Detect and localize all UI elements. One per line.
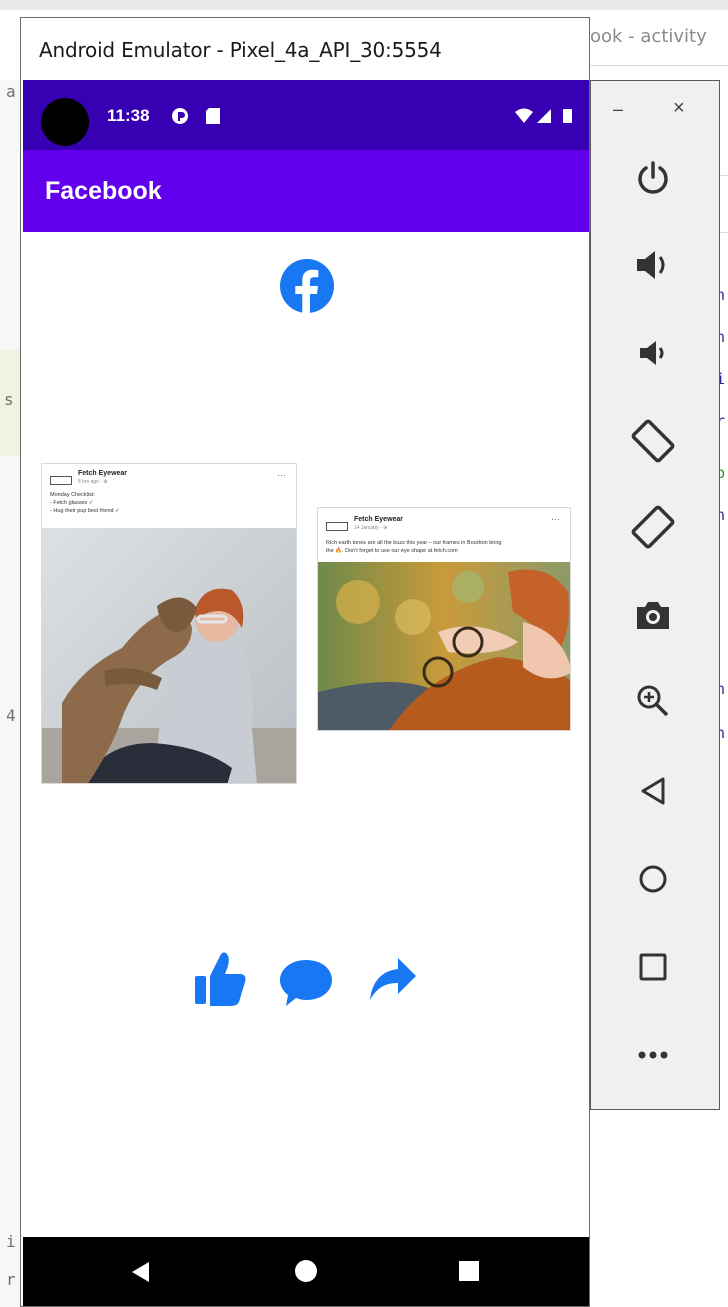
post-menu-icon[interactable]: ··· xyxy=(277,470,286,480)
background-fragment: s xyxy=(4,390,14,409)
post-page-name: Fetch Eyewear xyxy=(78,470,128,477)
post-text-line: the 🔥. Don't forget to use our eye shape… xyxy=(326,548,458,554)
emulator-window: Android Emulator - Pixel_4a_API_30:5554 … xyxy=(20,17,590,1307)
background-tab-title[interactable]: ook - activity xyxy=(590,26,707,47)
page-avatar xyxy=(50,476,72,485)
post-text-line: - Fetch glasses ✓ xyxy=(50,500,94,506)
home-icon[interactable] xyxy=(631,857,675,901)
status-bar: 11:38 xyxy=(23,80,589,150)
post-subtitle: 8 hrs ago · ⊕ xyxy=(78,479,108,485)
share-icon[interactable] xyxy=(368,956,418,1004)
navigation-bar xyxy=(23,1237,589,1306)
post-text-line: - Hug their pup best friend ✓ xyxy=(50,508,120,514)
zoom-icon[interactable] xyxy=(631,679,675,723)
status-right-icons xyxy=(515,108,572,123)
background-fragment: 4 xyxy=(6,706,16,725)
emulator-toolbar: – × xyxy=(590,80,720,1110)
screenshot-icon[interactable] xyxy=(631,593,675,637)
volume-down-icon[interactable] xyxy=(631,331,675,375)
post-photo xyxy=(318,562,570,730)
background-fragment: i xyxy=(6,1232,16,1251)
post-photo xyxy=(42,528,296,783)
minimize-button[interactable]: – xyxy=(613,99,623,120)
sd-card-icon xyxy=(206,108,220,124)
back-icon[interactable] xyxy=(631,769,675,813)
background-left-gutter xyxy=(0,80,22,1307)
post-text-line: Rich earth tones are all the buzz this y… xyxy=(326,540,502,546)
nav-back-icon[interactable] xyxy=(131,1261,151,1283)
status-time: 11:38 xyxy=(107,106,150,125)
app-content: Fetch Eyewear 8 hrs ago · ⊕ ··· Monday C… xyxy=(23,232,589,1237)
background-fragment: a xyxy=(6,82,16,101)
close-button[interactable]: × xyxy=(673,97,685,120)
post-text-line: Monday Checklist: xyxy=(50,492,95,498)
background-fragment: r xyxy=(6,1270,16,1289)
emulator-title: Android Emulator - Pixel_4a_API_30:5554 xyxy=(39,38,442,62)
post-header: Fetch Eyewear 14 January · ⊕ ··· Rich ea… xyxy=(318,508,570,562)
more-icon[interactable] xyxy=(631,1033,675,1077)
app-title: Facebook xyxy=(45,177,162,205)
overview-icon[interactable] xyxy=(631,945,675,989)
power-icon[interactable] xyxy=(631,157,675,201)
signal-icon xyxy=(537,109,551,123)
post-page-name: Fetch Eyewear xyxy=(354,516,404,523)
facebook-logo-icon xyxy=(280,259,334,314)
device-screen[interactable]: 11:38 Facebook Fetch Eyewear 8 hrs ago ·… xyxy=(23,80,589,1306)
post-header: Fetch Eyewear 8 hrs ago · ⊕ ··· Monday C… xyxy=(42,464,296,528)
background-top-strip xyxy=(0,0,728,10)
emulator-title-bar[interactable]: Android Emulator - Pixel_4a_API_30:5554 xyxy=(21,18,589,80)
comment-icon[interactable] xyxy=(278,958,334,1010)
rotate-left-icon[interactable] xyxy=(631,419,675,463)
post-card[interactable]: Fetch Eyewear 14 January · ⊕ ··· Rich ea… xyxy=(317,507,571,731)
post-menu-icon[interactable]: ··· xyxy=(551,514,560,524)
nav-recents-icon[interactable] xyxy=(459,1261,479,1281)
app-bar: Facebook xyxy=(23,150,589,232)
camera-cutout xyxy=(41,98,89,146)
wifi-icon xyxy=(515,108,533,123)
rotate-right-icon[interactable] xyxy=(631,505,675,549)
page-avatar xyxy=(326,522,348,531)
volume-up-icon[interactable] xyxy=(631,243,675,287)
post-card[interactable]: Fetch Eyewear 8 hrs ago · ⊕ ··· Monday C… xyxy=(41,463,297,784)
post-subtitle: 14 January · ⊕ xyxy=(354,525,388,531)
notification-icon xyxy=(172,108,188,124)
post-actions xyxy=(23,950,589,1010)
like-icon[interactable] xyxy=(193,950,247,1008)
background-divider xyxy=(590,65,728,66)
nav-home-icon[interactable] xyxy=(295,1260,317,1282)
battery-icon xyxy=(563,109,572,123)
